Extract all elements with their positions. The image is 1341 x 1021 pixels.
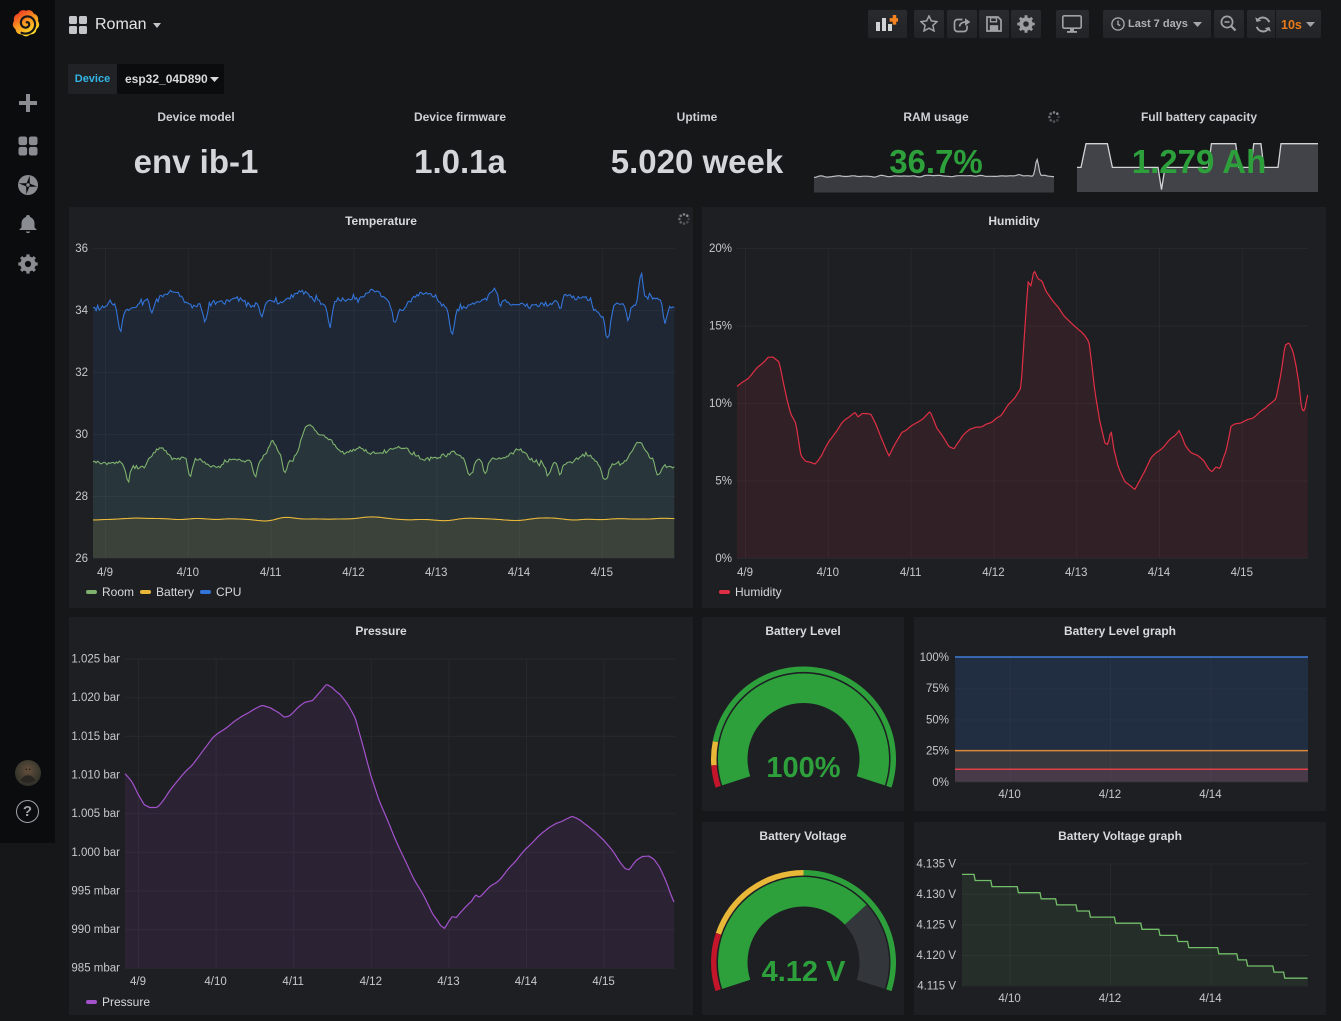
svg-text:1.015 bar: 1.015 bar [71, 731, 120, 743]
svg-text:4/12: 4/12 [1099, 789, 1121, 801]
svg-text:75%: 75% [926, 683, 949, 695]
svg-text:1.000 bar: 1.000 bar [71, 847, 120, 859]
svg-text:1.025 bar: 1.025 bar [71, 654, 120, 666]
svg-text:20%: 20% [709, 243, 732, 255]
svg-text:4/12: 4/12 [1099, 993, 1121, 1005]
svg-text:10%: 10% [709, 398, 732, 410]
svg-text:4.115 V: 4.115 V [917, 981, 956, 993]
svg-text:4/11: 4/11 [260, 567, 282, 579]
svg-text:4/12: 4/12 [342, 567, 364, 579]
svg-text:1.005 bar: 1.005 bar [71, 808, 120, 820]
svg-text:4/11: 4/11 [900, 567, 922, 579]
svg-text:4/9: 4/9 [130, 976, 146, 988]
svg-text:4/13: 4/13 [425, 567, 447, 579]
svg-text:4/14: 4/14 [515, 976, 538, 988]
svg-text:995 mbar: 995 mbar [71, 885, 120, 897]
svg-text:4/10: 4/10 [204, 976, 226, 988]
svg-text:4/10: 4/10 [177, 567, 199, 579]
svg-text:4/15: 4/15 [592, 976, 614, 988]
svg-text:25%: 25% [926, 746, 949, 758]
svg-text:4/15: 4/15 [1231, 567, 1253, 579]
svg-text:0%: 0% [715, 553, 732, 565]
svg-text:4/10: 4/10 [998, 789, 1020, 801]
svg-text:4.12 V: 4.12 V [762, 956, 846, 988]
svg-text:4.135 V: 4.135 V [916, 858, 956, 870]
svg-text:28: 28 [75, 491, 88, 503]
svg-text:36: 36 [75, 243, 88, 255]
svg-text:34: 34 [75, 305, 88, 317]
svg-text:4/9: 4/9 [737, 567, 753, 579]
svg-text:1.010 bar: 1.010 bar [71, 769, 120, 781]
svg-text:15%: 15% [709, 321, 732, 333]
svg-text:4/13: 4/13 [437, 976, 459, 988]
svg-text:4/14: 4/14 [1199, 789, 1222, 801]
svg-text:990 mbar: 990 mbar [71, 924, 120, 936]
svg-text:0%: 0% [932, 777, 949, 789]
svg-text:50%: 50% [926, 714, 949, 726]
svg-text:4/9: 4/9 [97, 567, 113, 579]
svg-text:100%: 100% [766, 752, 840, 784]
svg-text:100%: 100% [920, 652, 949, 664]
svg-text:4/12: 4/12 [982, 567, 1004, 579]
svg-text:4/11: 4/11 [282, 976, 304, 988]
svg-text:4.130 V: 4.130 V [916, 889, 956, 901]
svg-text:26: 26 [75, 553, 88, 565]
svg-text:32: 32 [75, 367, 88, 379]
svg-text:4/14: 4/14 [508, 567, 531, 579]
svg-text:4/15: 4/15 [591, 567, 613, 579]
svg-text:985 mbar: 985 mbar [71, 963, 120, 975]
svg-text:4/10: 4/10 [998, 993, 1020, 1005]
svg-text:4.125 V: 4.125 V [916, 919, 956, 931]
svg-text:4/14: 4/14 [1199, 993, 1222, 1005]
svg-text:4/14: 4/14 [1148, 567, 1171, 579]
svg-text:4/12: 4/12 [360, 976, 382, 988]
svg-text:4/13: 4/13 [1065, 567, 1087, 579]
svg-text:4/10: 4/10 [817, 567, 839, 579]
svg-text:1.020 bar: 1.020 bar [71, 692, 120, 704]
svg-text:30: 30 [75, 429, 88, 441]
svg-text:5%: 5% [715, 476, 732, 488]
svg-text:4.120 V: 4.120 V [916, 950, 956, 962]
